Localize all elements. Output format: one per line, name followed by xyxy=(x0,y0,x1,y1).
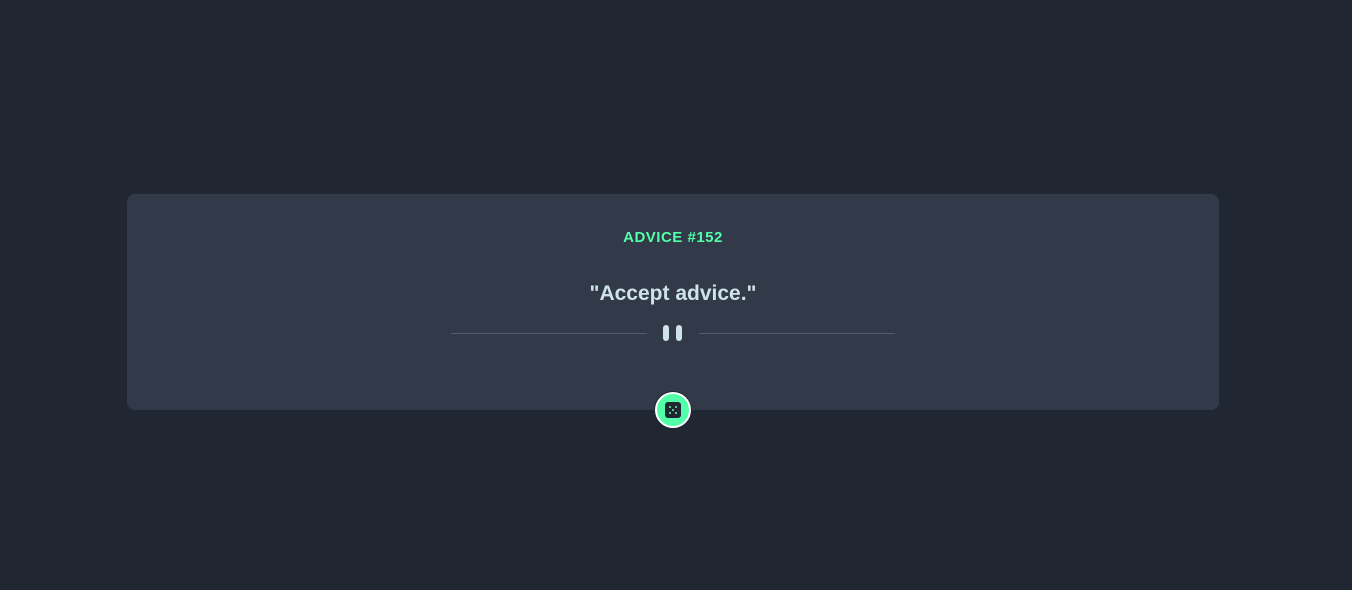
divider xyxy=(451,324,895,342)
advice-id: ADVICE #152 xyxy=(623,229,723,246)
pause-icon xyxy=(663,325,683,341)
dice-icon xyxy=(665,402,681,418)
advice-quote: "Accept advice." xyxy=(589,282,757,305)
divider-line-left xyxy=(451,333,647,334)
generate-advice-button[interactable] xyxy=(655,392,691,428)
divider-line-right xyxy=(699,333,895,334)
advice-card: ADVICE #152 "Accept advice." xyxy=(127,194,1219,410)
